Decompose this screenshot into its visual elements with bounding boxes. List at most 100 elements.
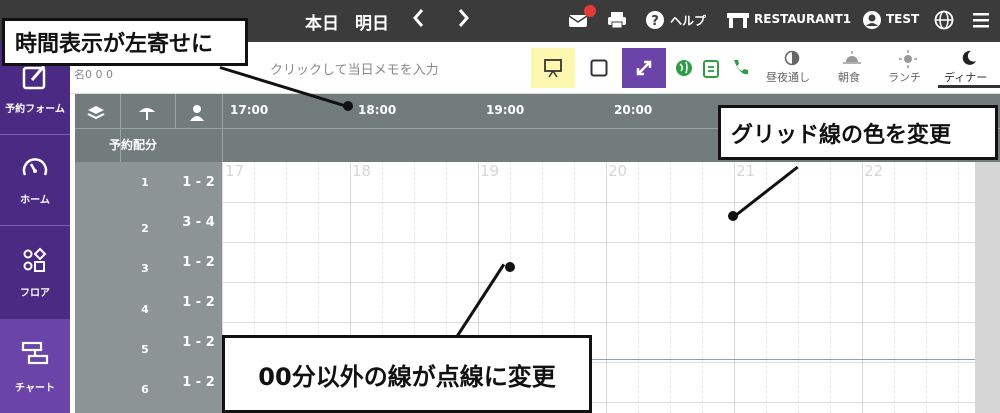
restaurant-name[interactable]: RESTAURANT1 bbox=[754, 12, 851, 26]
capacity-column: 1 - 2 3 - 4 1 - 2 1 - 2 1 - 2 1 - 2 bbox=[175, 162, 222, 413]
quarter-gridline bbox=[894, 162, 895, 413]
mode-label: 昼夜通し bbox=[766, 71, 810, 84]
notification-badge bbox=[584, 5, 596, 17]
clipboard-icon[interactable] bbox=[702, 58, 720, 78]
mode-all-day[interactable]: 昼夜通し bbox=[760, 48, 824, 88]
ghost-hour: 18 bbox=[352, 162, 372, 180]
table-number[interactable]: 4 bbox=[115, 303, 175, 316]
sidebar-item-label: 予約フォーム bbox=[5, 104, 65, 115]
hour-gridline bbox=[734, 162, 735, 413]
row-gridline bbox=[222, 282, 975, 283]
prev-day-button[interactable] bbox=[412, 7, 426, 34]
sidebar-item-label: ホーム bbox=[20, 195, 50, 206]
quarter-gridline bbox=[926, 162, 927, 413]
globe-icon[interactable] bbox=[933, 9, 955, 31]
guest-counts: 名0 0 0 bbox=[74, 68, 113, 81]
ghost-hour: 22 bbox=[864, 162, 884, 180]
capacity-value: 1 - 2 bbox=[182, 175, 215, 190]
mode-lunch[interactable]: ランチ bbox=[880, 48, 936, 88]
capacity-value: 3 - 4 bbox=[182, 215, 215, 230]
sidebar: 予約フォーム ホーム フロア チャート bbox=[0, 42, 70, 413]
half-moon-icon bbox=[784, 50, 800, 66]
capacity-value: 1 - 2 bbox=[182, 375, 215, 390]
table-icon[interactable] bbox=[137, 104, 157, 122]
mode-label: ランチ bbox=[888, 71, 921, 84]
expand-icon bbox=[636, 60, 652, 76]
hour-gridline bbox=[606, 162, 607, 413]
quarter-gridline bbox=[670, 162, 671, 413]
svg-text:?: ? bbox=[651, 14, 659, 29]
globe-green-icon[interactable] bbox=[674, 58, 694, 78]
table-number[interactable]: 5 bbox=[115, 343, 175, 356]
sun-icon bbox=[899, 50, 917, 68]
table-number[interactable]: 2 bbox=[115, 222, 175, 235]
expand-button[interactable] bbox=[622, 48, 666, 88]
row-gridline bbox=[222, 322, 975, 323]
callout-pointer bbox=[343, 101, 353, 111]
sidebar-item-home[interactable]: ホーム bbox=[0, 135, 70, 225]
ghost-hour: 17 bbox=[225, 162, 245, 180]
capacity-value: 1 - 2 bbox=[182, 295, 215, 310]
quarter-gridline bbox=[798, 162, 799, 413]
table-number[interactable]: 6 bbox=[115, 383, 175, 396]
quarter-gridline bbox=[638, 162, 639, 413]
tomorrow-button[interactable]: 明日 bbox=[355, 9, 389, 34]
chart-icon bbox=[21, 341, 49, 365]
sunrise-icon bbox=[843, 51, 861, 64]
memo-toggle-button[interactable] bbox=[531, 48, 575, 88]
time-label: 18:00 bbox=[358, 103, 397, 117]
floor-icon bbox=[23, 247, 47, 272]
callout-time-left: 時間表示が左寄せに bbox=[2, 18, 248, 66]
hour-gridline bbox=[862, 162, 863, 413]
next-day-button[interactable] bbox=[456, 7, 470, 34]
sidebar-item-label: フロア bbox=[20, 288, 50, 299]
vertical-scrollbar[interactable] bbox=[975, 162, 1000, 413]
mode-dinner[interactable]: ディナー bbox=[938, 48, 1000, 88]
menu-icon[interactable] bbox=[970, 9, 992, 31]
callout-dotted-lines: 00分以外の線が点線に変更 bbox=[222, 335, 592, 413]
person-icon[interactable] bbox=[189, 104, 205, 122]
quarter-gridline bbox=[830, 162, 831, 413]
daily-memo-input[interactable]: クリックして当日メモを入力 bbox=[270, 59, 439, 78]
sidebar-item-floor[interactable]: フロア bbox=[0, 226, 70, 318]
allocation-label: 予約配分 bbox=[109, 138, 158, 152]
presentation-icon bbox=[544, 59, 562, 78]
checkbox-button[interactable] bbox=[578, 48, 620, 88]
callout-pointer bbox=[505, 262, 515, 272]
sidebar-item-label: チャート bbox=[15, 383, 55, 394]
table-number[interactable]: 1 bbox=[115, 176, 175, 189]
quarter-gridline bbox=[958, 162, 959, 413]
mode-breakfast[interactable]: 朝食 bbox=[826, 48, 878, 88]
quarter-gridline bbox=[766, 162, 767, 413]
phone-icon[interactable] bbox=[730, 58, 750, 78]
help-icon[interactable]: ? bbox=[644, 9, 666, 31]
table-number-column: 1 2 3 4 5 6 bbox=[115, 162, 175, 413]
mode-label: ディナー bbox=[944, 71, 988, 84]
gauge-icon bbox=[22, 158, 48, 176]
table-group-column bbox=[75, 162, 115, 413]
sidebar-item-chart[interactable]: チャート bbox=[0, 319, 70, 413]
ghost-hour: 20 bbox=[608, 162, 628, 180]
layers-icon[interactable] bbox=[87, 105, 105, 121]
capacity-value: 1 - 2 bbox=[182, 255, 215, 270]
time-label: 17:00 bbox=[230, 103, 269, 117]
time-label: 20:00 bbox=[614, 103, 653, 117]
today-button[interactable]: 本日 bbox=[305, 9, 339, 34]
ghost-hour: 19 bbox=[480, 162, 500, 180]
table-number[interactable]: 3 bbox=[115, 262, 175, 275]
restaurant-icon[interactable] bbox=[726, 9, 749, 31]
user-name[interactable]: TEST bbox=[886, 12, 919, 26]
capacity-value: 1 - 2 bbox=[182, 335, 215, 350]
print-icon[interactable] bbox=[606, 9, 628, 31]
mode-label: 朝食 bbox=[838, 71, 860, 84]
crescent-moon-icon bbox=[962, 50, 976, 65]
row-gridline bbox=[222, 242, 975, 243]
row-gridline bbox=[222, 202, 975, 203]
quarter-gridline bbox=[702, 162, 703, 413]
time-label: 19:00 bbox=[486, 103, 525, 117]
checkbox-icon bbox=[590, 59, 608, 77]
edit-icon bbox=[22, 65, 46, 90]
help-label[interactable]: ヘルプ bbox=[670, 12, 706, 29]
user-icon[interactable] bbox=[861, 9, 883, 31]
ghost-hour: 21 bbox=[736, 162, 756, 180]
